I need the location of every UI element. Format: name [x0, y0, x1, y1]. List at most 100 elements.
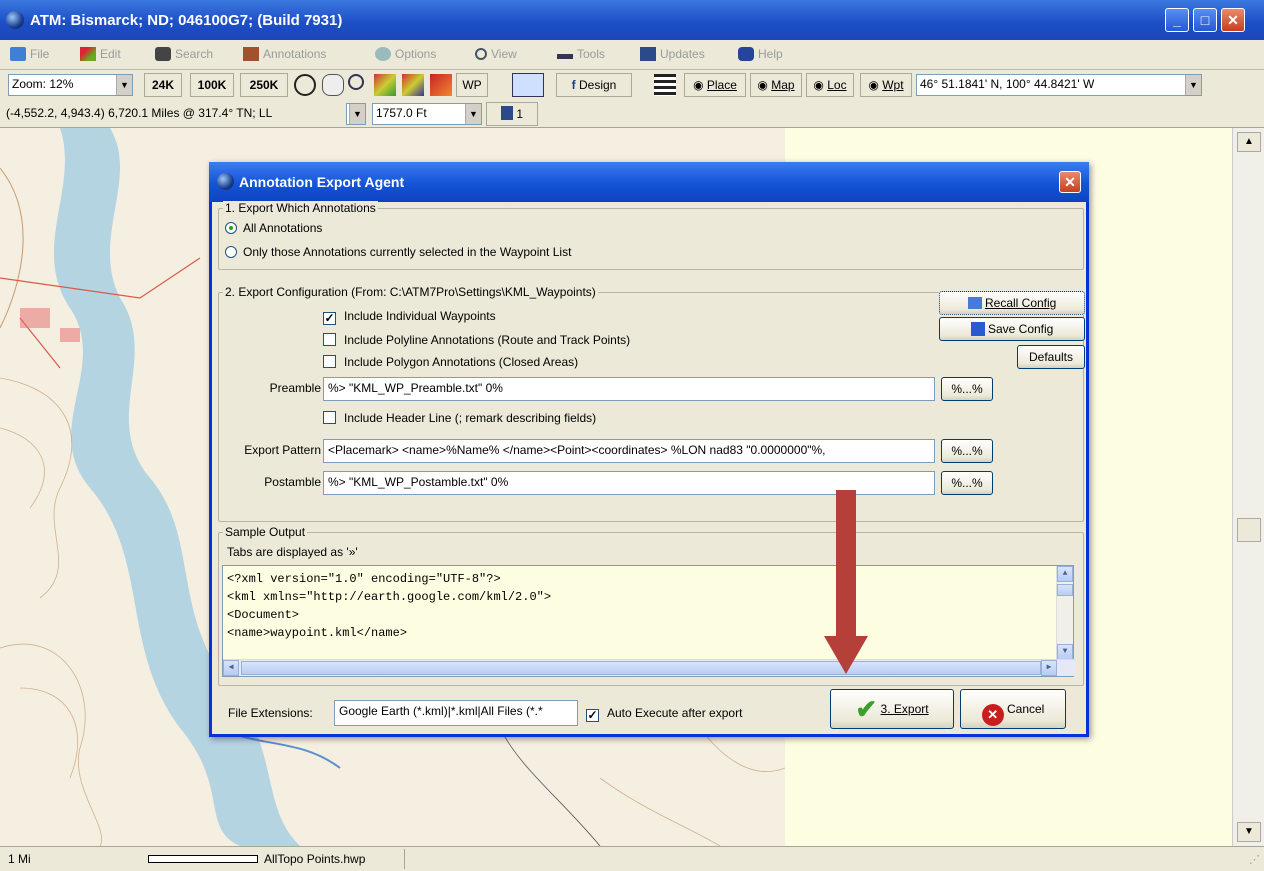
minimize-button[interactable]: _: [1165, 8, 1189, 32]
scroll-left-icon[interactable]: ◀: [223, 660, 239, 676]
scroll-up-icon[interactable]: ▲: [1057, 566, 1073, 582]
map-vertical-scrollbar[interactable]: ▲ ▼: [1232, 128, 1264, 846]
checkbox-icon[interactable]: [323, 333, 336, 346]
include-header-checkbox[interactable]: Include Header Line (; remark describing…: [323, 411, 596, 425]
menu-updates[interactable]: Updates: [640, 47, 705, 61]
preamble-macro-button[interactable]: %...%: [941, 377, 993, 401]
scroll-right-icon[interactable]: ▶: [1041, 660, 1057, 676]
radio-icon[interactable]: [225, 246, 237, 258]
cancel-button[interactable]: ✕ Cancel: [960, 689, 1066, 729]
menu-annotations[interactable]: Annotations: [243, 47, 326, 61]
include-polyline-checkbox[interactable]: Include Polyline Annotations (Route and …: [323, 333, 630, 347]
defaults-button[interactable]: Defaults: [1017, 345, 1085, 369]
find-place-button[interactable]: ◉ Place: [684, 73, 746, 97]
sample-output-box[interactable]: <?xml version="1.0" encoding="UTF-8"?> <…: [222, 565, 1075, 677]
draw-pencil-icon[interactable]: [374, 74, 396, 96]
menu-tools-label: Tools: [577, 47, 606, 61]
pattern-macro-button[interactable]: %...%: [941, 439, 993, 463]
scroll-thumb[interactable]: [1237, 518, 1261, 542]
radio-selected-icon[interactable]: [225, 222, 237, 234]
menu-view-label: View: [491, 47, 517, 61]
resize-grip-icon[interactable]: ⋰: [1249, 853, 1260, 866]
app-globe-icon: [6, 11, 24, 29]
radio-selected-annotations[interactable]: Only those Annotations currently selecte…: [225, 245, 571, 259]
menu-search[interactable]: Search: [155, 47, 213, 61]
dialog-close-button[interactable]: ✕: [1059, 171, 1081, 193]
distance-units-select[interactable]: ▼: [346, 103, 366, 125]
scroll-thumb[interactable]: [241, 661, 1041, 675]
coordinates-select[interactable]: 46° 51.1841' N, 100° 44.8421' W ▼: [916, 74, 1202, 96]
export-button[interactable]: ✔ 3. Export: [830, 689, 954, 729]
close-button[interactable]: ✕: [1221, 8, 1245, 32]
menu-search-label: Search: [175, 47, 214, 61]
scroll-up-icon[interactable]: ▲: [1237, 132, 1261, 152]
chevron-down-icon[interactable]: ▼: [116, 75, 132, 95]
layers-button[interactable]: 1: [486, 102, 538, 126]
include-waypoints-checkbox[interactable]: ✓ Include Individual Waypoints: [323, 309, 496, 325]
save-config-button[interactable]: Save Config: [939, 317, 1085, 341]
sample-line: <Document>: [227, 608, 300, 622]
sample-line: <kml xmlns="http://earth.google.com/kml/…: [227, 590, 552, 604]
scroll-down-icon[interactable]: ▼: [1237, 822, 1261, 842]
include-polygon-label: Include Polygon Annotations (Closed Area…: [344, 355, 579, 369]
menu-file-label: File: [30, 47, 50, 61]
hand-pan-icon[interactable]: [322, 74, 344, 96]
scroll-down-icon[interactable]: ▼: [1057, 644, 1073, 660]
pencil-icon: [80, 47, 96, 61]
design-button[interactable]: f Design: [556, 73, 632, 97]
draw-route-icon[interactable]: [402, 74, 424, 96]
recall-config-button[interactable]: Recall Config: [939, 291, 1085, 315]
scroll-thumb[interactable]: [1057, 584, 1073, 596]
elevation-select[interactable]: 1757.0 Ft ▼: [372, 103, 482, 125]
layer-count: 1: [516, 107, 524, 121]
checkbox-icon[interactable]: [323, 355, 336, 368]
scale-250k-button[interactable]: 250K: [240, 73, 288, 97]
menu-edit-label: Edit: [100, 47, 121, 61]
sample-vertical-scrollbar[interactable]: ▲ ▼: [1056, 566, 1073, 660]
include-polygon-checkbox[interactable]: Include Polygon Annotations (Closed Area…: [323, 355, 578, 369]
chevron-down-icon[interactable]: ▼: [349, 104, 365, 124]
design-icon: f: [571, 78, 576, 92]
preamble-input[interactable]: %> "KML_WP_Preamble.txt" 0%: [323, 377, 935, 401]
checkmark-icon[interactable]: ✓: [586, 709, 599, 722]
scale-100k-button[interactable]: 100K: [190, 73, 234, 97]
checkbox-icon[interactable]: [323, 411, 336, 424]
find-map-button[interactable]: ◉ Map: [750, 73, 802, 97]
chevron-down-icon[interactable]: ▼: [1185, 75, 1201, 95]
dialog-title: Annotation Export Agent: [239, 174, 405, 190]
scale-24k-button[interactable]: 24K: [144, 73, 182, 97]
maximize-button[interactable]: □: [1193, 8, 1217, 32]
binoculars-icon: ◉: [813, 78, 824, 92]
auto-execute-checkbox[interactable]: ✓ Auto Execute after export: [586, 706, 742, 722]
auto-execute-label: Auto Execute after export: [607, 706, 743, 720]
find-loc-button[interactable]: ◉ Loc: [806, 73, 854, 97]
menu-edit[interactable]: Edit: [80, 47, 121, 61]
draw-track-icon[interactable]: [430, 74, 452, 96]
chevron-down-icon[interactable]: ▼: [465, 104, 481, 124]
export-pattern-input[interactable]: <Placemark> <name>%Name% </name><Point><…: [323, 439, 935, 463]
profile-graph-icon[interactable]: [512, 73, 544, 97]
menu-tools[interactable]: Tools: [557, 47, 605, 61]
radio-all-annotations[interactable]: All Annotations: [225, 221, 322, 235]
include-polyline-label: Include Polyline Annotations (Route and …: [344, 333, 631, 347]
map-label: Map: [771, 78, 795, 92]
menu-view[interactable]: View: [475, 47, 517, 61]
sample-horizontal-scrollbar[interactable]: ◀ ▶: [223, 659, 1075, 676]
file-extensions-input[interactable]: Google Earth (*.kml)|*.kml|All Files (*.…: [334, 700, 578, 726]
waypoint-button[interactable]: WP: [456, 73, 488, 97]
menu-file[interactable]: File: [10, 47, 49, 61]
checkmark-icon[interactable]: ✓: [323, 312, 336, 325]
postamble-macro-button[interactable]: %...%: [941, 471, 993, 495]
crosshair-icon[interactable]: [294, 74, 316, 96]
options-icon: [375, 47, 391, 61]
sample-output-label: Sample Output: [223, 525, 308, 539]
find-wpt-button[interactable]: ◉ Wpt: [860, 73, 912, 97]
menu-help[interactable]: Help: [738, 47, 783, 61]
zoom-magnifier-icon[interactable]: [348, 74, 364, 90]
menu-annotations-label: Annotations: [263, 47, 327, 61]
list-icon[interactable]: [654, 74, 676, 96]
main-toolbar: Zoom: 12% ▼ 24K 100K 250K WP f Design ◉ …: [0, 70, 1264, 100]
zoom-select[interactable]: Zoom: 12% ▼: [8, 74, 133, 96]
updates-icon: [640, 47, 656, 61]
menu-options[interactable]: Options: [375, 47, 436, 61]
